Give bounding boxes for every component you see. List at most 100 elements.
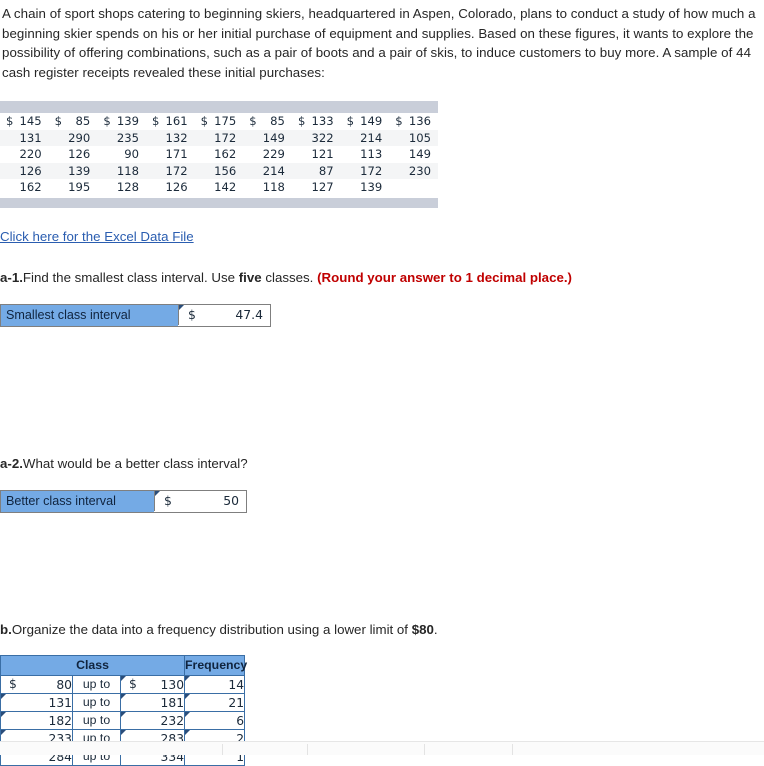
question-a1-bold-word: five	[238, 269, 262, 285]
currency-symbol: $	[249, 114, 257, 128]
data-cell: 113	[360, 147, 383, 161]
data-cell: 230	[408, 163, 431, 178]
cell-comment-flag-icon	[185, 711, 191, 717]
currency-symbol: $	[103, 114, 111, 128]
currency-symbol: $	[54, 114, 63, 128]
data-cell: 322	[311, 130, 334, 145]
frequency-input[interactable]: 6	[184, 710, 246, 730]
raw-data-table-container: $145 $85 $139 $161 $175 $85 $133 $149 $1…	[0, 101, 438, 208]
currency-symbol: $	[297, 114, 306, 128]
smallest-class-interval-input[interactable]: $ 47.4	[178, 304, 270, 325]
currency-symbol: $	[395, 114, 403, 128]
currency-symbol: $	[9, 676, 17, 691]
data-cell: $175	[200, 114, 237, 128]
raw-data-table: $145 $85 $139 $161 $175 $85 $133 $149 $1…	[0, 113, 438, 196]
data-cell: 131	[19, 130, 42, 145]
data-cell: 127	[311, 180, 334, 194]
frequency-value: 21	[228, 695, 245, 710]
table-row: 220 126 90 171 162 229 121 113 149	[0, 146, 438, 163]
class-upper-input[interactable]: 181	[119, 692, 186, 712]
currency-symbol: $	[129, 676, 137, 691]
cell-comment-flag-icon	[1, 693, 6, 699]
table-row: 162 195 128 126 142 118 127 139	[0, 179, 438, 196]
class-lower-input[interactable]: 182	[0, 710, 73, 730]
data-cell: 172	[360, 163, 383, 178]
data-cell: 235	[116, 130, 139, 145]
smallest-class-interval-label: Smallest class interval	[1, 304, 178, 326]
class-upper-input[interactable]: 232	[119, 710, 186, 730]
question-a2: a-2.What would be a better class interva…	[0, 454, 764, 473]
cell-comment-flag-icon	[121, 729, 126, 735]
data-cell: 229	[262, 147, 285, 161]
frequency-input[interactable]: 21	[184, 692, 246, 712]
data-cell: 171	[165, 147, 188, 161]
data-cell: 105	[408, 130, 431, 145]
question-a1-label: a-1.	[0, 269, 23, 285]
cell-comment-flag-icon	[121, 711, 126, 717]
class-lower-value: 131	[48, 695, 72, 710]
better-class-interval-row: Better class interval $ 50	[0, 489, 247, 513]
currency-symbol: $	[6, 114, 14, 128]
cell-comment-flag-icon	[121, 693, 126, 699]
class-upper-input[interactable]: $130	[119, 674, 186, 694]
column-header-frequency: Frequency	[184, 654, 247, 676]
data-cell: 214	[262, 163, 285, 178]
cell-comment-flag-icon	[155, 490, 160, 496]
data-cell: 139	[68, 163, 91, 178]
data-cell	[389, 179, 438, 196]
table-row: $145 $85 $139 $161 $175 $85 $133 $149 $1…	[0, 113, 438, 130]
data-cell: 139	[360, 180, 383, 194]
data-cell: 121	[311, 147, 334, 161]
table-row: $80 up to $130 14	[0, 674, 246, 694]
data-cell: 172	[214, 130, 237, 145]
better-class-interval-label: Better class interval	[1, 490, 154, 512]
table-row: 182 up to 232 6	[0, 710, 246, 730]
cell-comment-flag-icon	[185, 729, 191, 735]
table-row: 131 up to 181 21	[0, 692, 246, 712]
up-to-label: up to	[72, 710, 121, 730]
better-class-interval-input[interactable]: $ 50	[154, 490, 246, 511]
cell-comment-flag-icon	[185, 693, 191, 699]
strip-divider	[307, 744, 308, 755]
frequency-value: 6	[236, 713, 245, 728]
question-a1-rounding-note: (Round your answer to 1 decimal place.)	[317, 269, 572, 285]
page-bottom-partial-strip	[0, 741, 764, 755]
cell-comment-flag-icon	[1, 711, 6, 717]
class-lower-input[interactable]: 131	[0, 692, 73, 712]
frequency-input[interactable]: 14	[184, 674, 246, 694]
data-cell: 142	[214, 180, 237, 194]
data-cell: $161	[151, 114, 188, 128]
smallest-class-interval-value: 47.4	[235, 307, 263, 322]
cell-comment-flag-icon	[179, 304, 184, 310]
excel-data-file-link[interactable]: Click here for the Excel Data File	[0, 229, 194, 244]
data-table-bottom-bar	[0, 197, 438, 208]
question-b-text-2: .	[433, 621, 438, 637]
currency-symbol: $	[151, 114, 160, 128]
data-cell: 90	[124, 147, 139, 161]
data-cell: $145	[6, 114, 42, 128]
data-cell: 156	[214, 163, 237, 178]
strip-divider	[424, 744, 425, 755]
data-cell: $136	[395, 114, 431, 128]
currency-symbol: $	[200, 114, 209, 128]
data-cell: 126	[165, 180, 188, 194]
data-cell: 87	[318, 163, 334, 178]
data-cell: 132	[165, 130, 188, 145]
data-cell: 220	[19, 147, 42, 161]
question-b-text-1: Organize the data into a frequency distr…	[11, 621, 412, 637]
table-row: 126 139 118 172 156 214 87 172 230	[0, 162, 438, 179]
strip-divider	[222, 744, 223, 755]
question-a2-text: What would be a better class interval?	[22, 455, 248, 471]
data-cell: $85	[54, 114, 91, 128]
class-lower-input[interactable]: $80	[0, 674, 73, 694]
question-b-lower-limit: $80	[411, 621, 434, 637]
data-cell: $133	[297, 114, 334, 128]
question-a1-text-1: Find the smallest class interval. Use	[22, 269, 239, 285]
problem-statement: A chain of sport shops catering to begin…	[2, 6, 756, 80]
frequency-table-header-row: Class Frequency	[0, 654, 247, 676]
data-cell: 118	[262, 180, 285, 194]
question-a1: a-1.Find the smallest class interval. Us…	[0, 268, 764, 287]
cell-comment-flag-icon	[185, 675, 191, 681]
data-cell: 162	[19, 180, 42, 194]
class-upper-value: 181	[160, 695, 185, 710]
